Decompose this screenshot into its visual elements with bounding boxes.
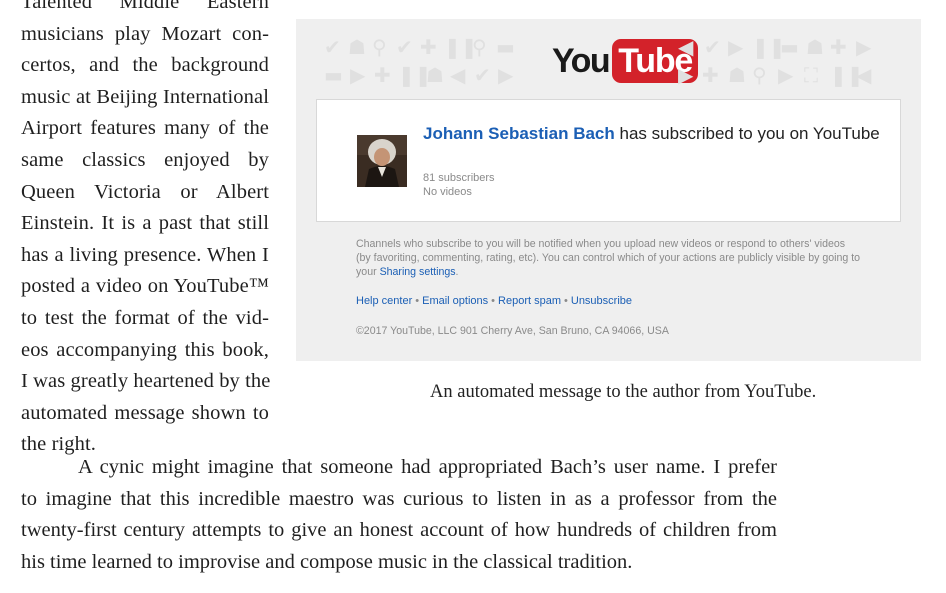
comment-icon: ▬ — [496, 35, 515, 59]
search-icon: ⚲ — [372, 35, 387, 59]
play-icon: ▶ — [728, 35, 744, 59]
link-separator: • — [491, 295, 496, 307]
search-icon: ⚲ — [472, 35, 487, 59]
text-line: certos, and the background — [21, 54, 269, 77]
plus-icon: ✚ — [830, 35, 847, 59]
email-banner: ✔ ☗ ⚲ ✔ ✚ ❚❚ ⚲ ▬ ▬ ▶ ✚ ❚❚ ☗ ◀ ✔ ▶ You Tu… — [296, 19, 921, 99]
figure-caption: An automated message to the author from … — [430, 382, 817, 402]
bottom-paragraph: A cynic might imagine that someone had a… — [21, 452, 777, 578]
left-text-column: Talented Middle Eastern musicians play M… — [21, 0, 271, 461]
volume-icon: ◀ — [450, 63, 466, 87]
youtube-logo: You Tube — [552, 38, 699, 84]
subscriber-count: 81 subscribers — [423, 172, 495, 184]
notification-card: Johann Sebastian Bach has subscribed to … — [316, 99, 901, 222]
report-spam-link[interactable]: Report spam — [498, 295, 561, 307]
email-options-link[interactable]: Email options — [422, 295, 488, 307]
check-icon: ✔ — [704, 35, 721, 59]
text-line: to imagine that this incredible maestro … — [21, 487, 777, 510]
fullscreen-icon: ⛶ — [804, 63, 818, 87]
text-line: posted a video on YouTube™ — [21, 275, 269, 298]
check-icon: ✔ — [474, 63, 491, 87]
text-line: same classics enjoyed by — [21, 148, 269, 171]
youtube-logo-you: You — [552, 41, 611, 80]
next-icon: ▶ — [498, 63, 514, 87]
text-line: his time learned to improvise and compos… — [21, 550, 633, 573]
thumbs-up-icon: ☗ — [806, 35, 824, 59]
channel-name-link[interactable]: Johann Sebastian Bach — [423, 124, 615, 143]
plus-icon: ✚ — [374, 63, 391, 87]
thumbs-up-icon: ☗ — [728, 63, 746, 87]
email-footer-links: Help center • Email options • Report spam • Un… — [356, 295, 632, 307]
text-line: eos accompanying this book, — [21, 338, 269, 361]
plus-icon: ✚ — [420, 35, 437, 59]
unsubscribe-link[interactable]: Unsubscribe — [571, 295, 632, 307]
play-icon: ▶ — [350, 63, 366, 87]
subscription-message: Johann Sebastian Bach has subscribed to … — [423, 122, 883, 146]
volume-icon: ◀ — [678, 35, 694, 59]
thumbs-up-icon: ☗ — [348, 35, 366, 59]
email-footnote: Channels who subscribe to you will be no… — [356, 237, 861, 279]
text-line: Talented Middle Eastern — [21, 0, 269, 13]
thumbs-up-icon: ☗ — [426, 63, 444, 87]
portrait-icon — [357, 135, 407, 187]
sharing-settings-link[interactable]: Sharing settings — [380, 266, 456, 278]
plus-icon: ✚ — [702, 63, 719, 87]
text-line: automated message shown to — [21, 401, 269, 424]
youtube-email-figure: ✔ ☗ ⚲ ✔ ✚ ❚❚ ⚲ ▬ ▬ ▶ ✚ ❚❚ ☗ ◀ ✔ ▶ You Tu… — [296, 19, 921, 361]
check-icon: ✔ — [324, 35, 341, 59]
text-line: I was greatly heartened by the — [21, 370, 271, 393]
footnote-end: . — [455, 266, 459, 278]
link-separator: • — [564, 295, 568, 307]
link-separator: • — [415, 295, 420, 307]
text-line: Airport features many of the — [21, 117, 269, 140]
comment-icon: ▬ — [780, 35, 799, 59]
next-icon: ▶ — [778, 63, 794, 87]
text-line: music at Beijing International — [21, 85, 269, 108]
text-line: to test the format of the vid- — [21, 306, 269, 329]
search-icon: ⚲ — [752, 63, 767, 87]
text-line: Queen Victoria or Albert — [21, 180, 269, 203]
comment-icon: ▬ — [324, 63, 343, 87]
help-center-link[interactable]: Help center — [356, 295, 412, 307]
text-line: has a living presence. When I — [21, 243, 269, 266]
subscription-message-text: has subscribed to you on YouTube — [614, 124, 880, 143]
video-count: No videos — [423, 186, 472, 198]
volume-icon: ◀ — [856, 63, 872, 87]
next-icon: ▶ — [856, 35, 872, 59]
check-icon: ✔ — [396, 35, 413, 59]
text-line: twenty-first century attempts to give an… — [21, 519, 777, 542]
text-line: musicians play Mozart con- — [21, 22, 269, 45]
text-line: A cynic might imagine that someone had a… — [78, 456, 777, 478]
copyright-text: ©2017 YouTube, LLC 901 Cherry Ave, San B… — [356, 325, 669, 337]
text-line: Einstein. It is a past that still — [21, 212, 269, 235]
play-icon: ▶ — [678, 63, 694, 87]
